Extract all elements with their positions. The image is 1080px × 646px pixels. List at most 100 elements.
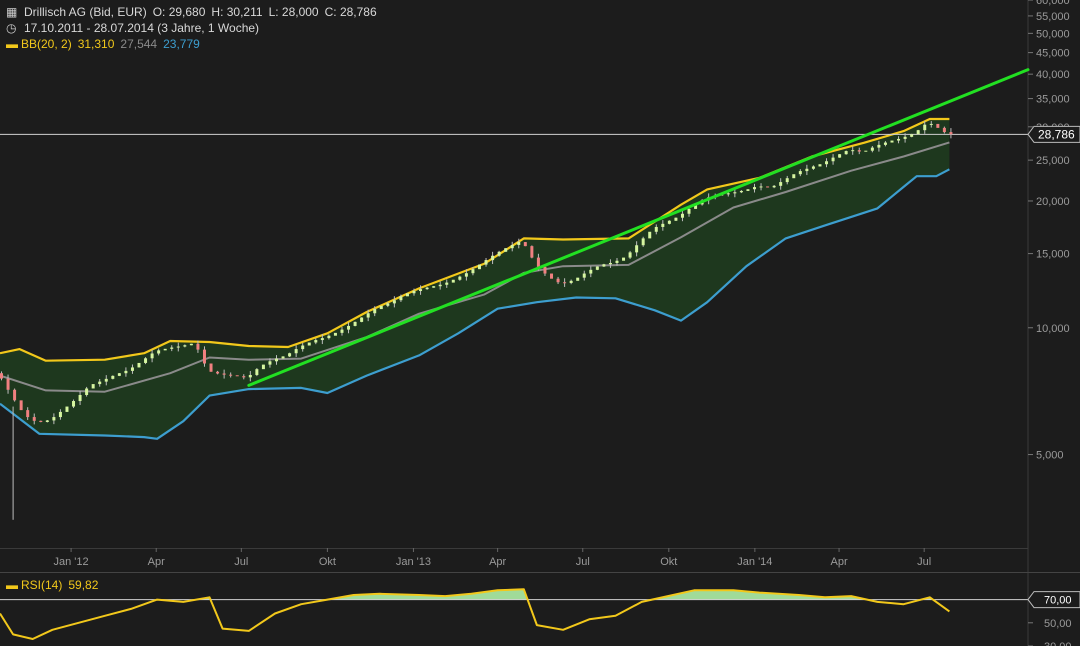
rsi-value: 59,82 bbox=[68, 578, 99, 592]
candle-up bbox=[170, 347, 174, 349]
candle-up bbox=[576, 277, 580, 281]
candle-up bbox=[261, 364, 265, 370]
candle-up bbox=[491, 255, 495, 261]
period-header: ◷ 17.10.2011 - 28.07.2014 (3 Jahre, 1 Woc… bbox=[6, 21, 265, 35]
y-tick-label: 40,000 bbox=[1036, 69, 1070, 81]
candle-up bbox=[510, 244, 514, 249]
candle-up bbox=[923, 124, 927, 131]
candle-down bbox=[563, 282, 567, 284]
candle-up bbox=[844, 151, 848, 155]
y-tick-label: 60,000 bbox=[1036, 0, 1070, 7]
candle-up bbox=[432, 286, 436, 288]
candle-up bbox=[275, 358, 279, 362]
candle-up bbox=[392, 300, 396, 304]
candle-up bbox=[654, 226, 658, 232]
candle-down bbox=[39, 420, 43, 422]
candle-up bbox=[98, 381, 102, 385]
bb-upper-value: 31,310 bbox=[77, 37, 115, 51]
candle-up bbox=[412, 291, 416, 294]
candle-up bbox=[687, 208, 691, 214]
candle-up bbox=[157, 350, 161, 354]
candle-up bbox=[726, 193, 730, 195]
candle-down bbox=[766, 186, 770, 188]
candle-up bbox=[438, 284, 442, 287]
candle-up bbox=[838, 154, 842, 158]
candle-up bbox=[484, 260, 488, 265]
candle-up bbox=[497, 251, 501, 256]
candle-up bbox=[851, 150, 855, 152]
candle-up bbox=[85, 388, 89, 395]
y-tick-label: 5,000 bbox=[1036, 450, 1064, 462]
candle-up bbox=[772, 185, 776, 188]
candle-down bbox=[222, 373, 226, 375]
y-tick-label: 15,000 bbox=[1036, 249, 1070, 261]
bb-mid-value: 27,544 bbox=[120, 37, 158, 51]
y-tick-label: 45,000 bbox=[1036, 48, 1070, 60]
rsi-y-tick-label: 50,00 bbox=[1044, 618, 1072, 630]
candlestick-icon: ▦ bbox=[6, 5, 18, 19]
clock-icon: ◷ bbox=[6, 21, 17, 35]
candle-down bbox=[229, 374, 233, 376]
candle-up bbox=[294, 349, 298, 354]
rsi-legend[interactable]: ▬ RSI(14) 59,82 bbox=[6, 578, 104, 592]
candle-up bbox=[661, 223, 665, 227]
candle-up bbox=[910, 134, 914, 137]
candle-up bbox=[117, 373, 121, 376]
x-tick-label: Okt bbox=[660, 556, 677, 568]
candle-up bbox=[399, 296, 403, 301]
candle-up bbox=[163, 348, 167, 351]
candle-up bbox=[929, 123, 933, 125]
candle-up bbox=[916, 130, 920, 135]
candle-up bbox=[78, 394, 82, 402]
candle-up bbox=[72, 401, 76, 407]
x-tick-label: Jan '13 bbox=[396, 556, 431, 568]
x-tick-label: Jan '12 bbox=[54, 556, 89, 568]
candle-down bbox=[6, 378, 10, 390]
candle-up bbox=[248, 374, 252, 378]
candle-down bbox=[550, 273, 554, 279]
candle-up bbox=[792, 174, 796, 179]
candle-up bbox=[864, 150, 868, 152]
candle-up bbox=[124, 370, 128, 374]
candle-up bbox=[903, 136, 907, 139]
candle-up bbox=[58, 411, 62, 418]
candle-down bbox=[235, 375, 239, 377]
instrument-header: ▦ Drillisch AG (Bid, EUR) O: 29,680 H: 30,2… bbox=[6, 5, 383, 19]
rsi-y-tick-label: 70,00 bbox=[1044, 595, 1072, 607]
y-tick-label: 10,000 bbox=[1036, 323, 1070, 335]
y-tick-label: 55,000 bbox=[1036, 11, 1070, 23]
candle-up bbox=[622, 257, 626, 261]
candle-up bbox=[641, 238, 645, 246]
candle-down bbox=[523, 242, 527, 247]
candle-down bbox=[0, 373, 3, 379]
candle-down bbox=[543, 266, 547, 274]
candle-up bbox=[608, 262, 612, 265]
candle-up bbox=[353, 321, 357, 326]
candle-up bbox=[340, 329, 344, 333]
candle-down bbox=[32, 417, 36, 421]
candle-up bbox=[52, 417, 56, 421]
candle-up bbox=[130, 367, 134, 371]
x-tick-label: Apr bbox=[148, 556, 165, 568]
period-range: 17.10.2011 - 28.07.2014 (3 Jahre, 1 Woch… bbox=[24, 21, 260, 35]
candle-down bbox=[196, 343, 200, 350]
candle-up bbox=[648, 231, 652, 239]
candle-up bbox=[680, 213, 684, 218]
x-tick-label: Jul bbox=[576, 556, 590, 568]
candle-down bbox=[13, 389, 17, 401]
candle-up bbox=[471, 269, 475, 274]
candle-up bbox=[176, 346, 180, 348]
x-tick-label: Jul bbox=[234, 556, 248, 568]
candle-up bbox=[805, 168, 809, 172]
candle-up bbox=[347, 325, 351, 330]
candle-up bbox=[825, 161, 829, 165]
candle-up bbox=[811, 166, 815, 169]
bollinger-legend[interactable]: ▬ BB(20, 2) 31,310 27,544 23,779 bbox=[6, 37, 206, 51]
candle-up bbox=[785, 178, 789, 183]
candle-up bbox=[831, 157, 835, 162]
candle-up bbox=[870, 147, 874, 151]
candle-up bbox=[897, 138, 901, 141]
candle-up bbox=[281, 356, 285, 359]
candle-up bbox=[373, 309, 377, 314]
instrument-name: Drillisch AG (Bid, EUR) bbox=[24, 5, 147, 19]
